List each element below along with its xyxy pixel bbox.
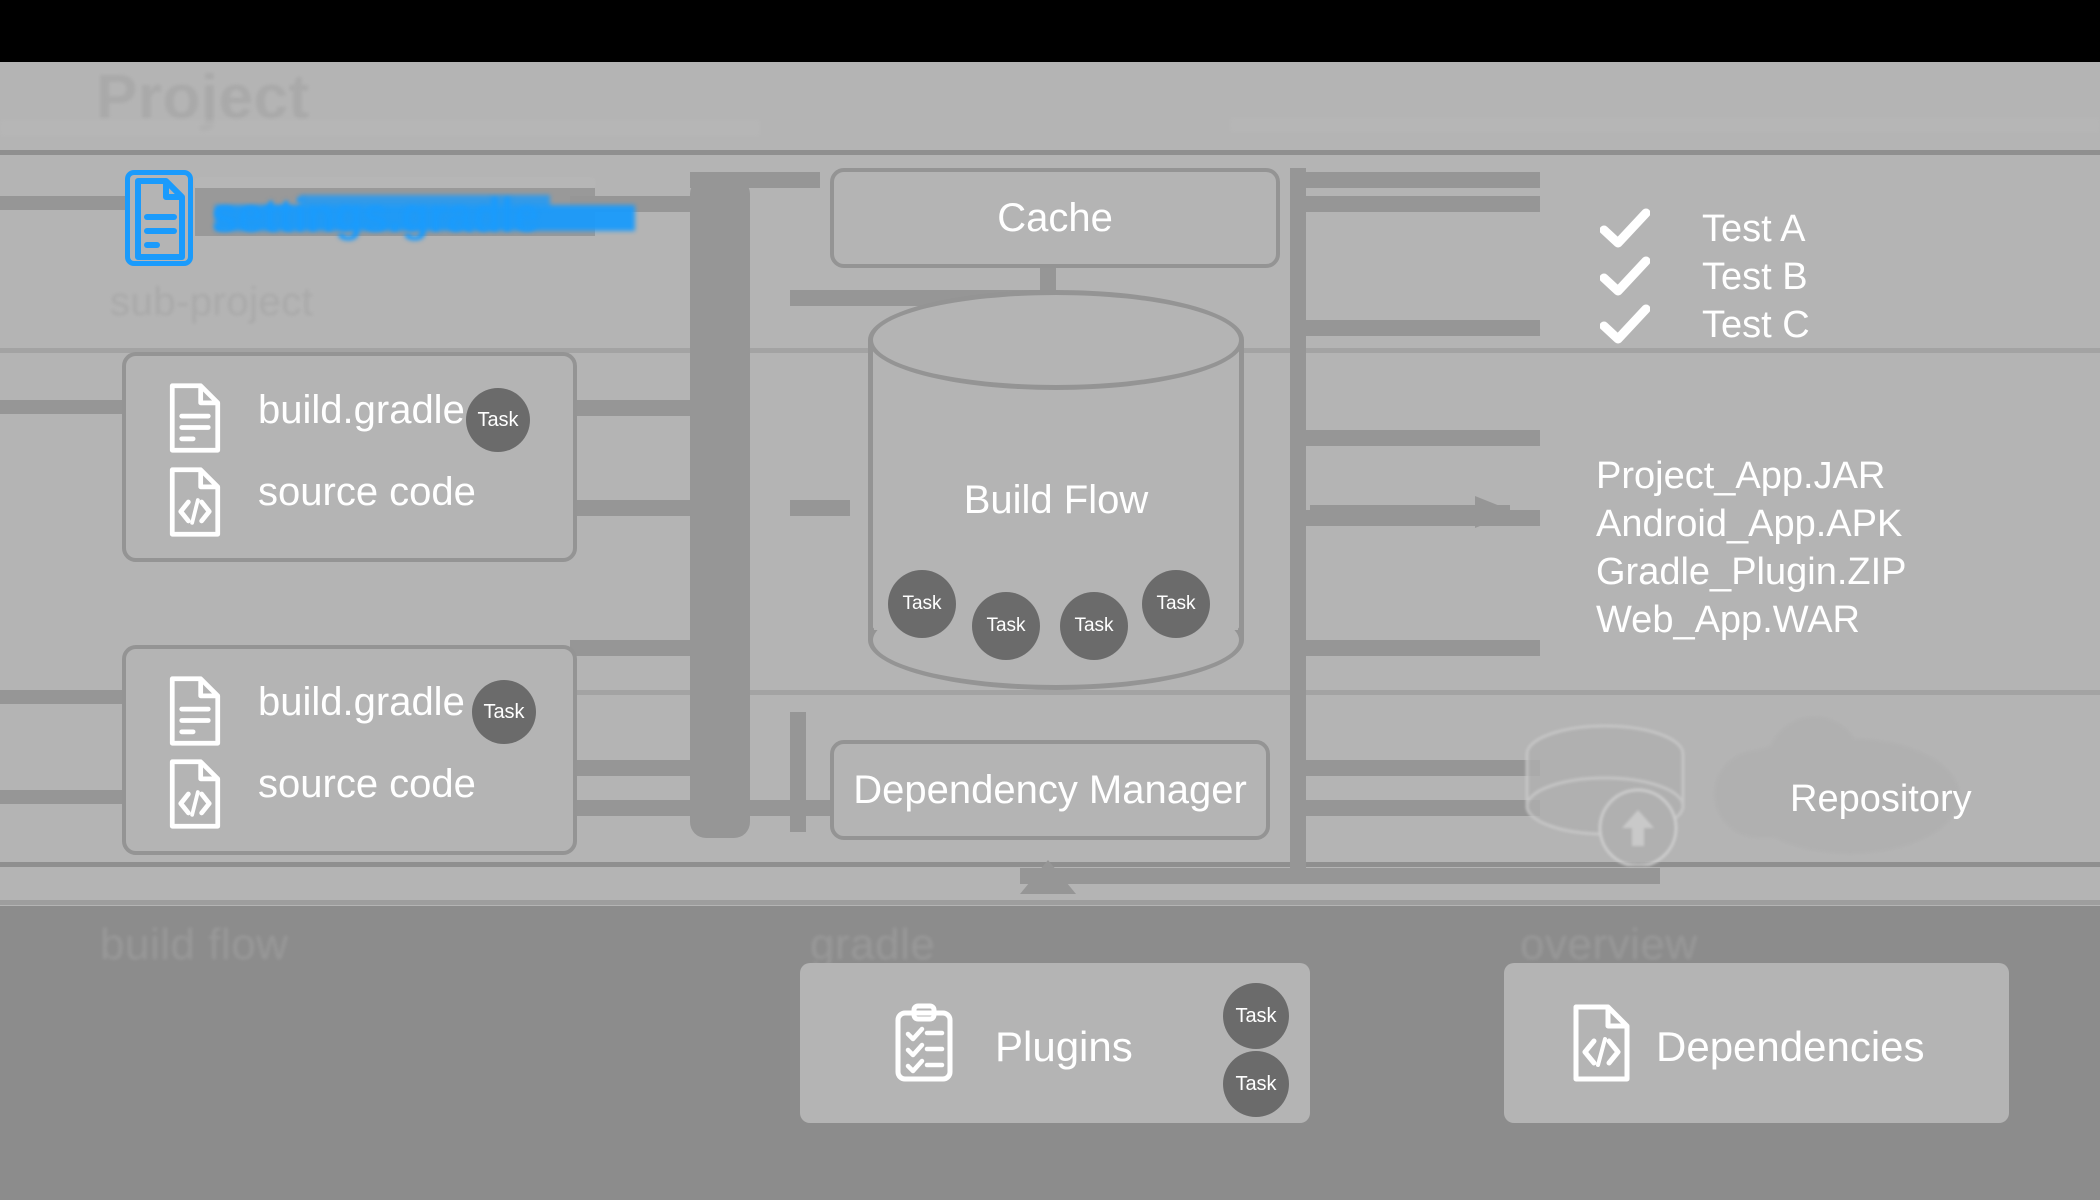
check-icon: [1600, 208, 1650, 248]
background-band-top: [0, 0, 2100, 62]
document-code-icon: [169, 467, 221, 537]
clipboard-checklist-icon: [895, 1003, 953, 1082]
task-badge[interactable]: Task: [1060, 592, 1128, 660]
test-label: Test C: [1702, 304, 1810, 346]
connector-pipe: [790, 500, 850, 516]
task-badge[interactable]: Task: [466, 388, 530, 452]
connector-pipe: [0, 400, 128, 414]
arrow-head-icon: [1475, 496, 1515, 528]
document-code-icon: [1573, 1004, 1630, 1082]
project-file-label: source code: [258, 470, 476, 514]
connector-pipe: [0, 690, 128, 704]
ghost-strip: [1230, 118, 2100, 132]
connector-pipe: [1290, 196, 1540, 212]
document-lines-icon: [169, 383, 221, 453]
background-divider: [0, 150, 2100, 155]
connector-pipe: [570, 500, 700, 516]
ghost-label-sub-project: sub-project: [110, 280, 314, 324]
task-badge[interactable]: Task: [1142, 570, 1210, 638]
document-code-icon: [169, 759, 221, 829]
ghost-strip: [0, 120, 760, 136]
artifact-label: Project_App.JAR: [1596, 455, 1886, 497]
build-flow-cylinder-top: [868, 290, 1244, 390]
artifact-label: Web_App.WAR: [1596, 599, 1860, 641]
document-lines-icon: [169, 676, 221, 746]
test-label: Test A: [1702, 208, 1806, 250]
task-badge[interactable]: Task: [1223, 1051, 1289, 1117]
artifact-label: Gradle_Plugin.ZIP: [1596, 551, 1907, 593]
build-flow-label: Build Flow: [963, 478, 1149, 522]
settings-gradle-highlight-box[interactable]: [125, 170, 193, 266]
connector-pipe: [0, 790, 128, 804]
connector-pipe: [790, 712, 806, 832]
connector-pipe: [570, 640, 700, 656]
document-lines-icon: [135, 178, 185, 260]
connector-pipe: [570, 400, 700, 416]
connector-pipe: [1290, 172, 1540, 188]
connector-trunk: [690, 178, 750, 838]
check-icon: [1600, 304, 1650, 344]
task-badge[interactable]: Task: [1223, 983, 1289, 1049]
check-icon: [1600, 256, 1650, 296]
project-file-label: build.gradle: [258, 388, 465, 432]
connector-pipe: [570, 760, 700, 776]
ghost-strip: [195, 178, 595, 188]
task-badge[interactable]: Task: [972, 592, 1040, 660]
cache-label: Cache: [997, 196, 1113, 240]
dependency-manager-label: Dependency Manager: [853, 768, 1247, 812]
connector-pipe: [1290, 760, 1540, 776]
dependencies-label: Dependencies: [1656, 1023, 1925, 1070]
connector-pipe: [1020, 868, 1660, 884]
task-badge[interactable]: Task: [888, 570, 956, 638]
diagram-canvas: Project sub-project build flow gradle ov…: [0, 0, 2100, 1200]
connector-pipe: [0, 196, 128, 210]
test-label: Test B: [1702, 256, 1808, 298]
connector-pipe: [1290, 640, 1540, 656]
artifact-label: Android_App.APK: [1596, 503, 1903, 545]
connector-pipe: [1290, 430, 1540, 446]
plugins-label: Plugins: [995, 1023, 1133, 1070]
repository-label: Repository: [1790, 778, 1972, 820]
connector-trunk: [1290, 168, 1306, 868]
project-file-label: source code: [258, 762, 476, 806]
settings-gradle-label: settings.gradle: [212, 189, 540, 241]
connector-pipe: [1290, 320, 1540, 336]
ghost-label-build-flow-footer: build flow: [100, 920, 289, 969]
task-badge[interactable]: Task: [472, 680, 536, 744]
connector-pipe: [1290, 800, 1540, 816]
project-file-label: build.gradle: [258, 680, 465, 724]
connector-pipe: [690, 172, 820, 188]
